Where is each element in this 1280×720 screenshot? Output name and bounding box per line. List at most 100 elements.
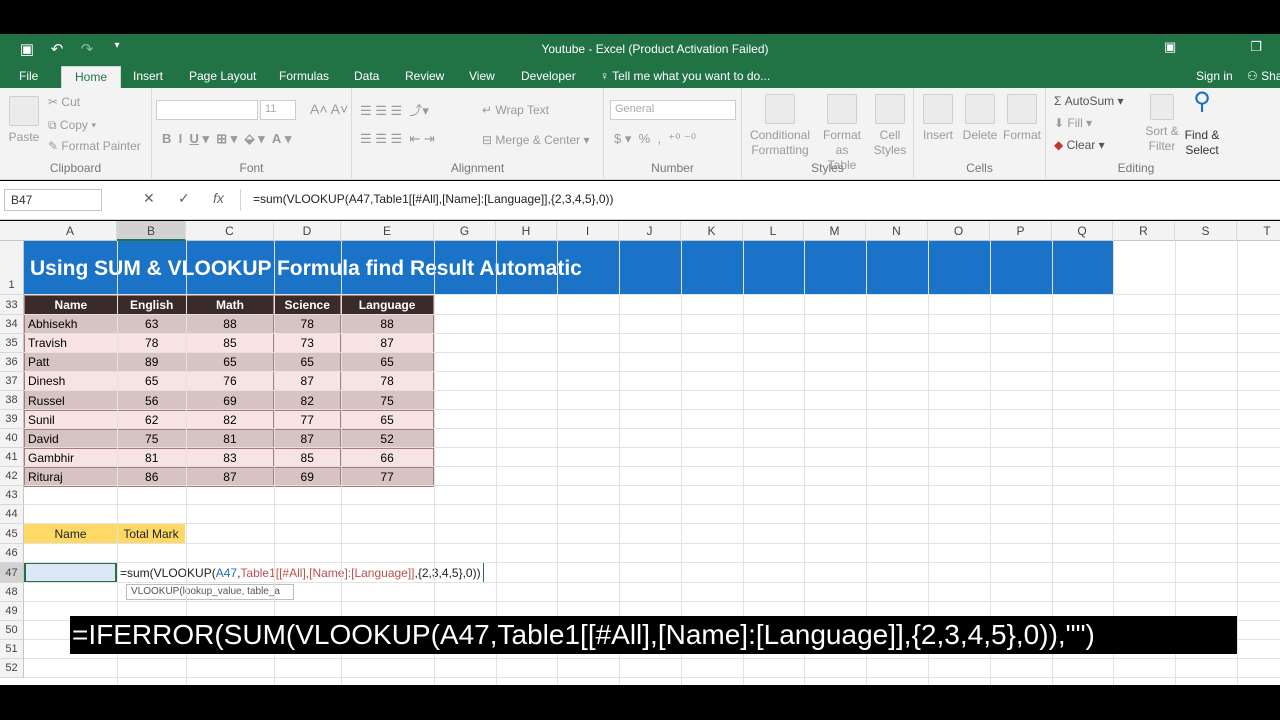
font-style-buttons[interactable]: B I U ▾ ⊞ ▾ ⬙ ▾ A ▾ [162,131,291,147]
table-cell[interactable]: 85 [185,333,275,354]
table-cell[interactable]: 88 [340,314,434,335]
table-cell[interactable]: 69 [273,466,342,487]
tab-insert[interactable]: Insert [133,69,163,83]
number-format-icons[interactable]: $ ▾ % , ⁺⁰ ⁻⁰ [614,131,696,147]
column-header-g[interactable]: G [434,221,496,241]
tab-review[interactable]: Review [405,69,444,83]
sign-in-link[interactable]: Sign in [1196,69,1233,83]
table-cell[interactable]: 62 [116,409,187,430]
fill-button[interactable]: ⬇ Fill ▾ [1054,116,1092,130]
table-cell[interactable]: 88 [185,314,275,335]
tab-page-layout[interactable]: Page Layout [189,69,256,83]
row-header-41[interactable]: 41 [0,448,24,467]
insert-function-icon[interactable]: fx [213,190,224,206]
table-cell[interactable]: Gambhir [24,447,118,468]
copy-button[interactable]: ⧉ Copy ▾ [48,118,96,133]
font-name-select[interactable] [156,100,258,120]
table-cell[interactable]: 75 [116,428,187,449]
formula-input[interactable]: =sum(VLOOKUP(A47,Table1[[#All],[Name]:[L… [240,189,1280,211]
row-header-46[interactable]: 46 [0,544,24,563]
cancel-icon[interactable]: ✕ [143,190,155,207]
clear-button[interactable]: ◆ Clear ▾ [1054,138,1105,152]
table-header-cell[interactable]: Language [340,294,434,316]
column-header-k[interactable]: K [681,221,743,241]
table-cell[interactable]: 78 [116,333,187,354]
tell-me-search[interactable]: ♀ Tell me what you want to do... [600,69,770,83]
horizontal-align-icons[interactable]: ☰ ☰ ☰ ⇤ ⇥ [360,131,435,147]
row-header-52[interactable]: 52 [0,659,24,678]
table-cell[interactable]: 85 [273,447,342,468]
table-cell[interactable]: Rituraj [24,466,118,487]
table-cell[interactable]: 81 [185,428,275,449]
table-cell[interactable]: 77 [340,466,434,487]
table-cell[interactable]: Dinesh [24,371,118,392]
table-cell[interactable]: 87 [185,466,275,487]
share-button[interactable]: ⚇ Sha [1247,69,1280,83]
table-cell[interactable]: Sunil [24,409,118,430]
row-header-36[interactable]: 36 [0,353,24,372]
column-header-e[interactable]: E [341,221,434,241]
table-cell[interactable]: 65 [273,352,342,373]
column-header-m[interactable]: M [804,221,866,241]
table-cell[interactable]: 65 [116,371,187,392]
table-cell[interactable]: 86 [116,466,187,487]
row-header-45[interactable]: 45 [0,524,24,544]
name-box[interactable]: B47 [4,189,102,211]
column-header-i[interactable]: I [557,221,619,241]
column-header-s[interactable]: S [1175,221,1237,241]
autosum-button[interactable]: Σ AutoSum ▾ [1054,94,1123,108]
row-header-33[interactable]: 33 [0,295,24,315]
table-cell[interactable]: 89 [116,352,187,373]
insert-cells-button[interactable]: Insert [920,94,956,143]
row-header-37[interactable]: 37 [0,372,24,391]
cut-button[interactable]: ✂ Cut [48,95,80,109]
column-header-t[interactable]: T [1237,221,1280,241]
row-header-40[interactable]: 40 [0,429,24,448]
wrap-text-button[interactable]: ↵ Wrap Text [482,103,549,117]
row-header-48[interactable]: 48 [0,583,24,602]
delete-cells-button[interactable]: Delete [960,94,1000,143]
row-header-51[interactable]: 51 [0,640,24,659]
format-painter-button[interactable]: ✎ Format Painter [48,139,141,153]
table-cell[interactable]: Patt [24,352,118,373]
table-cell[interactable]: 82 [273,390,342,411]
table-cell[interactable]: Travish [24,333,118,354]
column-header-j[interactable]: J [619,221,681,241]
table-cell[interactable]: 56 [116,390,187,411]
table-cell[interactable]: 76 [185,371,275,392]
column-header-q[interactable]: Q [1052,221,1113,241]
conditional-formatting-button[interactable]: Conditional Formatting [744,94,816,158]
table-cell[interactable]: 87 [273,428,342,449]
table-header-cell[interactable]: English [116,294,187,316]
ribbon-display-options-icon[interactable]: ▣ [1164,39,1176,55]
tab-home[interactable]: Home [61,66,122,89]
in-cell-formula-editor[interactable]: =sum(VLOOKUP(A47,Table1[[#All],[Name]:[L… [117,562,484,583]
column-header-c[interactable]: C [186,221,274,241]
table-cell[interactable]: 78 [340,371,434,392]
table-header-cell[interactable]: Name [24,294,118,316]
table-cell[interactable]: 65 [340,352,434,373]
find-select-button[interactable]: ⚲ Find & Select [1182,90,1222,158]
tab-file[interactable]: File [19,69,38,83]
tab-data[interactable]: Data [354,69,379,83]
column-header-a[interactable]: A [24,221,117,241]
selected-cell-a47[interactable] [24,562,117,583]
row-header-43[interactable]: 43 [0,486,24,505]
column-header-d[interactable]: D [274,221,341,241]
table-cell[interactable]: 73 [273,333,342,354]
tab-developer[interactable]: Developer [521,69,576,83]
table-cell[interactable]: 87 [340,333,434,354]
table-cell[interactable]: 65 [340,409,434,430]
table-cell[interactable]: 87 [273,371,342,392]
column-header-b[interactable]: B [117,221,186,241]
table-cell[interactable]: 82 [185,409,275,430]
table-cell[interactable]: David [24,428,118,449]
table-cell[interactable]: 75 [340,390,434,411]
table-cell[interactable]: 78 [273,314,342,335]
table-cell[interactable]: Russel [24,390,118,411]
table-cell[interactable]: 81 [116,447,187,468]
vertical-align-icons[interactable]: ☰ ☰ ☰ ⤴▾ [360,100,429,119]
column-header-r[interactable]: R [1113,221,1175,241]
paste-button[interactable]: Paste [6,96,42,145]
table-cell[interactable]: Abhisekh [24,314,118,335]
